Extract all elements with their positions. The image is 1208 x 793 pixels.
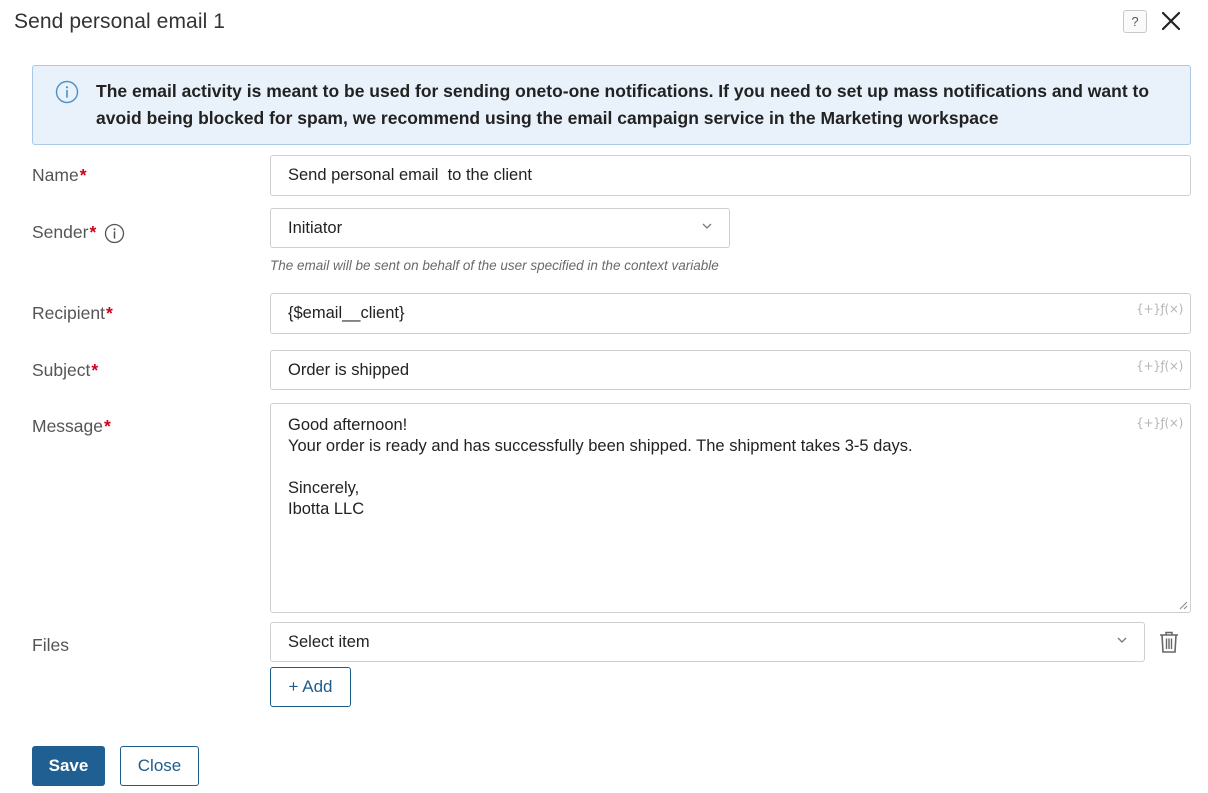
files-select[interactable]: Select item <box>270 622 1145 662</box>
required-mark: * <box>91 360 99 380</box>
sender-info-icon[interactable] <box>104 223 125 244</box>
sender-label: Sender* <box>32 222 97 242</box>
sender-select[interactable]: Initiator <box>270 208 730 248</box>
function-insert-button[interactable]: {+}ƒ(×) <box>1136 302 1183 316</box>
name-input-value: Send personal email to the client <box>288 166 532 184</box>
subject-input-value: Order is shipped <box>288 361 410 379</box>
files-label: Files <box>32 635 69 655</box>
function-insert-button[interactable]: {+}ƒ(×) <box>1136 359 1183 373</box>
help-icon: ? <box>1131 14 1139 29</box>
help-button[interactable]: ? <box>1123 10 1147 33</box>
info-banner-text: The email activity is meant to be used f… <box>96 81 1150 128</box>
recipient-label: Recipient* <box>32 303 113 323</box>
function-insert-button[interactable]: {+}ƒ(×) <box>1136 416 1183 430</box>
resize-handle-icon[interactable] <box>1178 600 1188 610</box>
info-banner: The email activity is meant to be used f… <box>32 65 1191 145</box>
message-textarea[interactable]: Good afternoon! Your order is ready and … <box>270 403 1191 613</box>
send-email-dialog: Send personal email 1 ? The email activi… <box>0 0 1208 793</box>
dialog-title: Send personal email 1 <box>14 10 226 33</box>
add-file-button[interactable]: + Add <box>270 667 351 707</box>
required-mark: * <box>105 303 113 323</box>
chevron-down-icon <box>1117 637 1127 643</box>
sender-hint: The email will be sent on behalf of the … <box>270 258 719 273</box>
name-label: Name* <box>32 165 87 185</box>
message-textarea-value: Good afternoon! Your order is ready and … <box>288 416 913 518</box>
required-mark: * <box>79 165 87 185</box>
info-icon <box>55 80 79 104</box>
close-button[interactable]: Close <box>120 746 199 786</box>
message-label: Message* <box>32 416 111 436</box>
recipient-input-value: {$email__client} <box>288 304 405 322</box>
sender-select-value: Initiator <box>288 219 343 237</box>
subject-label: Subject* <box>32 360 99 380</box>
save-button[interactable]: Save <box>32 746 105 786</box>
required-mark: * <box>104 416 111 436</box>
recipient-input[interactable]: {$email__client} {+}ƒ(×) <box>270 293 1191 334</box>
trash-icon[interactable] <box>1158 630 1180 654</box>
files-select-value: Select item <box>288 633 370 651</box>
subject-input[interactable]: Order is shipped {+}ƒ(×) <box>270 350 1191 390</box>
close-icon[interactable] <box>1160 10 1182 32</box>
name-input[interactable]: Send personal email to the client <box>270 155 1191 196</box>
required-mark: * <box>89 222 97 242</box>
chevron-down-icon <box>702 223 712 229</box>
